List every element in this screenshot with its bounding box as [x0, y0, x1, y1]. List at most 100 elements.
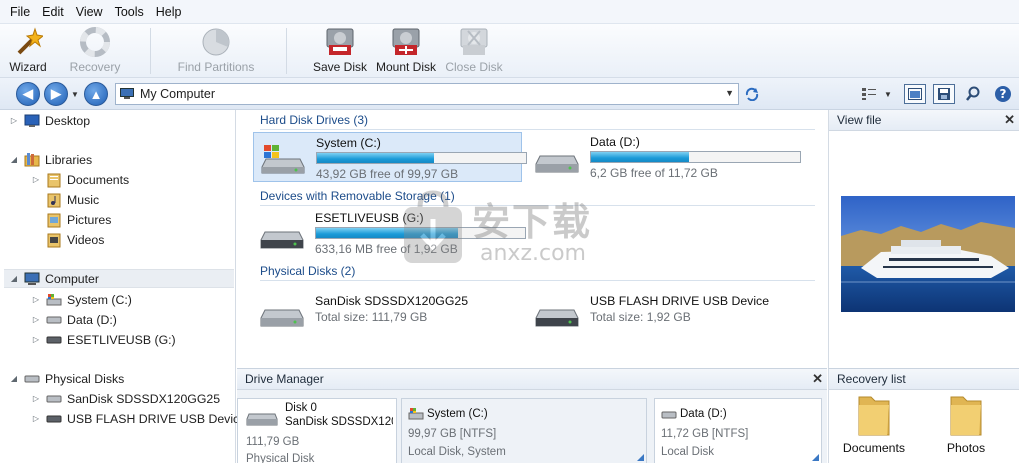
- expand-arrow-icon[interactable]: ▷: [30, 175, 42, 184]
- recovery-button[interactable]: Recovery: [66, 24, 124, 78]
- save-disk-icon: [324, 26, 356, 58]
- usb-drive-icon: [259, 218, 305, 250]
- close-icon[interactable]: ✕: [812, 371, 823, 387]
- recovery-item-documents[interactable]: Documents: [837, 393, 911, 455]
- dm-partition-system-c[interactable]: System (C:) 99,97 GB [NTFS] Local Disk, …: [401, 398, 647, 463]
- section-divider: [260, 205, 815, 206]
- section-title: Physical Disks (2): [260, 264, 356, 278]
- wizard-label: Wizard: [9, 60, 47, 74]
- disk-name: SanDisk SDSSDX120GG25: [315, 294, 469, 308]
- tree-item-physical-disks[interactable]: ◢ Physical Disks: [8, 369, 124, 388]
- drive-icon: [661, 409, 677, 423]
- section-removable-storage: Devices with Removable Storage (1): [260, 188, 815, 206]
- section-title: Hard Disk Drives (3): [260, 113, 369, 127]
- desktop-icon: [24, 113, 40, 129]
- drive-system-c[interactable]: System (C:) 43,92 GB free of 99,97 GB: [253, 132, 527, 182]
- save-pane-button[interactable]: [933, 84, 955, 104]
- tree-label: Pictures: [67, 212, 112, 227]
- preview-pane-icon: [908, 88, 922, 100]
- dm-partition-data-d[interactable]: Data (D:) 11,72 GB [NTFS] Local Disk: [654, 398, 822, 463]
- section-divider: [260, 129, 815, 130]
- expand-arrow-icon[interactable]: ▷: [30, 335, 42, 344]
- tree-item-system-c[interactable]: ▷ System (C:): [30, 290, 132, 309]
- expand-arrow-icon[interactable]: ▷: [30, 295, 42, 304]
- wizard-button[interactable]: Wizard: [6, 24, 50, 78]
- save-disk-button[interactable]: Save Disk: [310, 24, 370, 78]
- menu-file[interactable]: File: [4, 5, 36, 19]
- tree-label: Music: [67, 192, 100, 207]
- usage-fill: [591, 152, 690, 162]
- tree-item-sandisk[interactable]: ▷ SanDisk SDSSDX120GG25: [30, 389, 220, 408]
- view-mode-dropdown-icon[interactable]: ▼: [884, 90, 892, 99]
- folder-label: Documents: [842, 441, 906, 455]
- drive-free-space: 6,2 GB free of 11,72 GB: [590, 166, 718, 180]
- address-field[interactable]: My Computer ▼: [115, 83, 739, 105]
- close-disk-button[interactable]: Close Disk: [444, 24, 504, 78]
- folder-tree: ▷ Desktop ◢ Libraries ▷ Documents Music …: [0, 110, 246, 463]
- partition-name: Data (D:): [680, 408, 727, 420]
- tree-item-eset-g[interactable]: ▷ ESETLIVEUSB (G:): [30, 330, 176, 349]
- usage-bar: [316, 152, 527, 164]
- tree-item-data-d[interactable]: ▷ Data (D:): [30, 310, 117, 329]
- mount-disk-icon: [390, 26, 422, 58]
- tree-item-computer[interactable]: ◢ Computer: [4, 269, 234, 288]
- disk-size: 111,79 GB: [246, 436, 300, 448]
- chevron-down-icon[interactable]: ▼: [725, 88, 734, 98]
- tree-item-desktop[interactable]: ▷ Desktop: [8, 111, 90, 130]
- mount-disk-button[interactable]: Mount Disk: [373, 24, 439, 78]
- corner-indicator-icon: [812, 454, 819, 461]
- expand-arrow-icon[interactable]: ▷: [8, 116, 20, 125]
- recovery-item-photos[interactable]: Photos: [929, 393, 1003, 455]
- arrow-left-icon: ◀: [23, 86, 33, 101]
- tree-item-libraries[interactable]: ◢ Libraries: [8, 150, 92, 169]
- dm-disk-0[interactable]: Disk 0 SanDisk SDSSDX120G 111,79 GB Phys…: [237, 398, 397, 463]
- expand-arrow-icon[interactable]: ▷: [30, 414, 42, 423]
- menu-help[interactable]: Help: [150, 5, 188, 19]
- search-button[interactable]: [962, 84, 984, 104]
- usage-bar: [315, 227, 526, 239]
- section-hard-disk-drives: Hard Disk Drives (3): [260, 112, 815, 130]
- disk-sandisk[interactable]: SanDisk SDSSDX120GG25 Total size: 111,79…: [253, 288, 521, 338]
- forward-button[interactable]: ▶: [44, 82, 68, 106]
- find-partitions-button[interactable]: Find Partitions: [170, 24, 262, 78]
- view-mode-button[interactable]: [858, 84, 880, 104]
- back-button[interactable]: ◀: [16, 82, 40, 106]
- disk-icon: [259, 298, 305, 330]
- disk-usb-flash[interactable]: USB FLASH DRIVE USB Device Total size: 1…: [528, 288, 796, 338]
- preview-pane-button[interactable]: [904, 84, 926, 104]
- history-dropdown-icon[interactable]: ▼: [71, 90, 79, 99]
- drive-data-d[interactable]: Data (D:) 6,2 GB free of 11,72 GB: [528, 132, 801, 182]
- refresh-button[interactable]: [741, 84, 763, 104]
- menu-view[interactable]: View: [70, 5, 109, 19]
- menu-tools[interactable]: Tools: [109, 5, 150, 19]
- tree-item-usb-flash[interactable]: ▷ USB FLASH DRIVE USB Device: [30, 409, 246, 428]
- up-button[interactable]: ▲: [84, 82, 108, 106]
- collapse-arrow-icon[interactable]: ◢: [8, 374, 20, 383]
- computer-icon: [120, 88, 134, 100]
- collapse-arrow-icon[interactable]: ◢: [8, 274, 20, 283]
- disk-model: SanDisk SDSSDX120G: [285, 416, 393, 428]
- drive-manager-panel: Drive Manager ✕ Disk 0 SanDisk SDSSDX120…: [237, 368, 827, 463]
- drives-pane: Hard Disk Drives (3) System (C:) 43,92 G…: [237, 110, 827, 368]
- music-folder-icon: [46, 192, 62, 208]
- disk-icon: [46, 391, 62, 407]
- collapse-arrow-icon[interactable]: ◢: [8, 155, 20, 164]
- expand-arrow-icon[interactable]: ▷: [30, 315, 42, 324]
- help-button[interactable]: ?: [992, 84, 1014, 104]
- tree-item-pictures[interactable]: Pictures: [30, 210, 111, 229]
- menu-edit[interactable]: Edit: [36, 5, 70, 19]
- lifebuoy-icon: [79, 26, 111, 58]
- drive-eset-g[interactable]: ESETLIVEUSB (G:) 633,16 MB free of 1,92 …: [253, 208, 526, 258]
- tree-label: Libraries: [45, 152, 93, 167]
- tree-item-videos[interactable]: Videos: [30, 230, 104, 249]
- expand-arrow-icon[interactable]: ▷: [30, 394, 42, 403]
- arrow-up-icon: ▲: [89, 86, 103, 102]
- tree-item-documents[interactable]: ▷ Documents: [30, 170, 129, 189]
- drive-icon: [534, 142, 580, 174]
- tree-label: USB FLASH DRIVE USB Device: [67, 411, 247, 426]
- tree-item-music[interactable]: Music: [30, 190, 99, 209]
- save-disk-label: Save Disk: [312, 60, 368, 74]
- close-icon[interactable]: ✕: [1004, 112, 1015, 128]
- tree-label: ESETLIVEUSB (G:): [67, 332, 176, 347]
- pie-disk-icon: [200, 26, 232, 58]
